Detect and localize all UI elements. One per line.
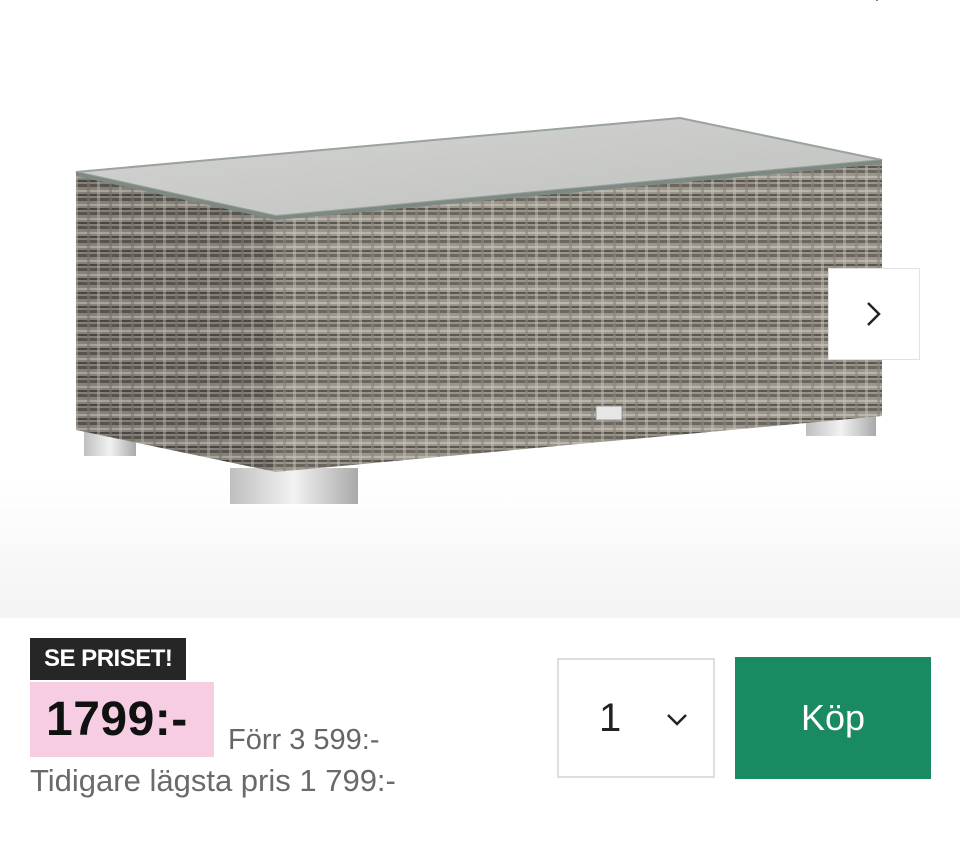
chevron-down-icon[interactable] <box>862 0 892 8</box>
buy-panel: SE PRISET! 1799:- Förr 3 599:- Tidigare … <box>0 618 960 849</box>
chevron-down-icon <box>667 714 687 726</box>
buy-button[interactable]: Köp <box>735 657 931 779</box>
price-highlight: 1799:- <box>30 682 214 757</box>
lowest-price-note: Tidigare lägsta pris 1 799:- <box>30 763 396 798</box>
quantity-select[interactable]: 1 <box>557 658 715 778</box>
product-image <box>75 116 883 504</box>
quantity-value: 1 <box>599 696 622 740</box>
price-badge: SE PRISET! <box>30 638 187 680</box>
chevron-right-icon <box>867 302 881 326</box>
product-gallery <box>0 0 960 618</box>
current-price: 1799:- <box>46 693 188 746</box>
next-image-button[interactable] <box>828 268 920 360</box>
previous-price: Förr 3 599:- <box>228 724 380 756</box>
